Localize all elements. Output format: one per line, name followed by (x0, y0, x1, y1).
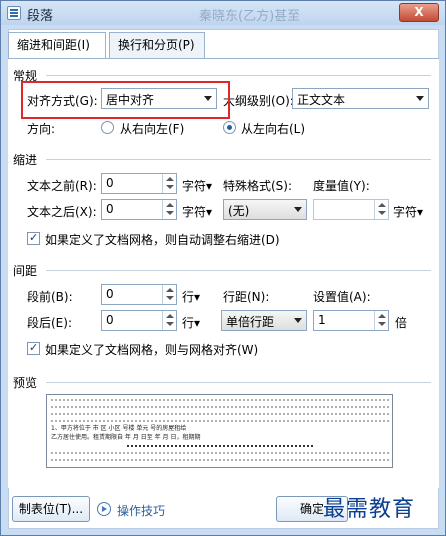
ok-label: 确定 (299, 502, 324, 516)
section-divider (46, 75, 431, 76)
space-before-label: 段前(B): (27, 290, 73, 304)
tab-label: 换行和分页(P) (118, 38, 195, 52)
preview-prev-line (51, 406, 389, 408)
setting-value-label: 设置值(A): (313, 290, 371, 304)
arrow-up-icon (166, 177, 174, 181)
tab-stops-button[interactable]: 制表位(T)... (12, 496, 90, 522)
setting-value: 1 (318, 313, 326, 327)
section-divider (46, 382, 431, 383)
indent-before-label: 文本之前(R): (27, 179, 97, 193)
preview-next-line (51, 459, 389, 461)
arrow-up-icon (166, 203, 174, 207)
space-before-stepper[interactable]: 0 (101, 284, 177, 305)
special-format-select[interactable]: (无) (223, 199, 307, 220)
spinner-buttons[interactable] (162, 200, 176, 219)
chevron-down-icon (294, 207, 302, 212)
auto-right-indent-label: 如果定义了文档网格，则自动调整右缩进(D) (45, 233, 280, 247)
preview-sample-line: 乙方居住使用。租赁期限自 年 月 日至 年 月 日，租期期 (51, 434, 201, 441)
background-window-title: 秦晓东(乙方)甚至 (199, 9, 301, 24)
rtl-radio[interactable] (101, 121, 114, 134)
measure-label: 度量值(Y): (313, 179, 370, 193)
section-divider (46, 270, 431, 271)
rtl-label: 从右向左(F) (120, 122, 185, 136)
watermark-logo: 最需教育 (323, 497, 416, 522)
arrow-up-icon (166, 288, 174, 292)
line-spacing-value: 单倍行距 (226, 315, 275, 329)
outline-label: 大纲级别(O): (223, 94, 294, 108)
preview-next-line (51, 452, 389, 454)
line-spacing-label: 行距(N): (223, 290, 270, 304)
indent-before-unit[interactable]: 字符▾ (182, 177, 212, 194)
play-circle-icon[interactable] (97, 502, 111, 516)
paragraph-app-icon (7, 6, 21, 20)
arrow-up-icon (378, 203, 386, 207)
spinner-buttons[interactable] (374, 200, 388, 219)
chevron-down-icon (294, 318, 302, 323)
arrow-down-icon (378, 211, 386, 215)
highlight-box (21, 81, 230, 119)
chevron-down-icon (416, 96, 424, 101)
preview-section-label: 预览 (13, 376, 38, 390)
indent-after-stepper[interactable]: 0 (101, 199, 177, 220)
section-divider (46, 159, 431, 160)
spinner-buttons[interactable] (162, 285, 176, 304)
space-after-unit[interactable]: 行▾ (182, 314, 200, 331)
spinner-buttons[interactable] (162, 311, 176, 330)
indent-after-label: 文本之后(X): (27, 205, 97, 219)
snap-to-grid-checkbox[interactable] (27, 341, 40, 355)
spinner-buttons[interactable] (162, 174, 176, 193)
preview-sample-center-line (127, 445, 313, 447)
ltr-label: 从左向右(L) (241, 122, 306, 136)
tab-label: 缩进和间距(I) (17, 38, 90, 52)
space-before-value: 0 (106, 287, 114, 301)
measure-unit[interactable]: 字符▾ (393, 203, 423, 220)
measure-stepper[interactable] (313, 199, 389, 220)
preview-sample-line: 1、甲方将位于 市 区 小区 号楼 单元 号的房屋租给 (51, 425, 187, 432)
arrow-down-icon (378, 322, 386, 326)
arrow-up-icon (166, 314, 174, 318)
preview-prev-line (51, 420, 389, 422)
setting-unit: 倍 (395, 316, 408, 330)
space-after-stepper[interactable]: 0 (101, 310, 177, 331)
tips-link[interactable]: 操作技巧 (117, 502, 165, 519)
space-after-value: 0 (106, 313, 114, 327)
auto-right-indent-checkbox[interactable] (27, 231, 40, 245)
arrow-down-icon (166, 211, 174, 215)
paragraph-dialog: 段落 秦晓东(乙方)甚至 X 缩进和间距(I) 换行和分页(P) 常规 对齐方式… (0, 0, 446, 536)
dialog-title: 段落 (27, 9, 54, 24)
space-after-label: 段后(E): (27, 316, 72, 330)
special-format-label: 特殊格式(S): (223, 179, 293, 193)
ltr-radio[interactable] (223, 121, 236, 134)
preview-prev-line (51, 399, 389, 401)
tab-stops-label: 制表位(T)... (18, 502, 84, 516)
setting-value-stepper[interactable]: 1 (313, 310, 389, 331)
indent-after-value: 0 (106, 202, 114, 216)
close-button[interactable]: X (399, 3, 439, 22)
preview-box: 1、甲方将位于 市 区 小区 号楼 单元 号的房屋租给 乙方居住使用。租赁期限自… (46, 394, 393, 468)
arrow-up-icon (378, 314, 386, 318)
arrow-down-icon (166, 322, 174, 326)
snap-to-grid-label: 如果定义了文档网格，则与网格对齐(W) (45, 343, 259, 357)
outline-level-value: 正文文本 (297, 93, 346, 107)
indent-section-label: 缩进 (13, 153, 38, 167)
tab-indent-spacing[interactable]: 缩进和间距(I) (8, 32, 106, 59)
indent-after-unit[interactable]: 字符▾ (182, 203, 212, 220)
preview-prev-line (51, 413, 389, 415)
direction-label: 方向: (27, 122, 56, 136)
indent-before-value: 0 (106, 176, 114, 190)
arrow-down-icon (166, 296, 174, 300)
title-bar: 段落 秦晓东(乙方)甚至 X (1, 1, 445, 25)
spinner-buttons[interactable] (374, 311, 388, 330)
special-format-value: (无) (228, 204, 250, 218)
tab-line-page-breaks[interactable]: 换行和分页(P) (109, 32, 205, 58)
line-spacing-select[interactable]: 单倍行距 (221, 310, 307, 331)
outline-level-select[interactable]: 正文文本 (292, 88, 429, 109)
indent-before-stepper[interactable]: 0 (101, 173, 177, 194)
space-before-unit[interactable]: 行▾ (182, 288, 200, 305)
spacing-section-label: 间距 (13, 264, 38, 278)
arrow-down-icon (166, 185, 174, 189)
